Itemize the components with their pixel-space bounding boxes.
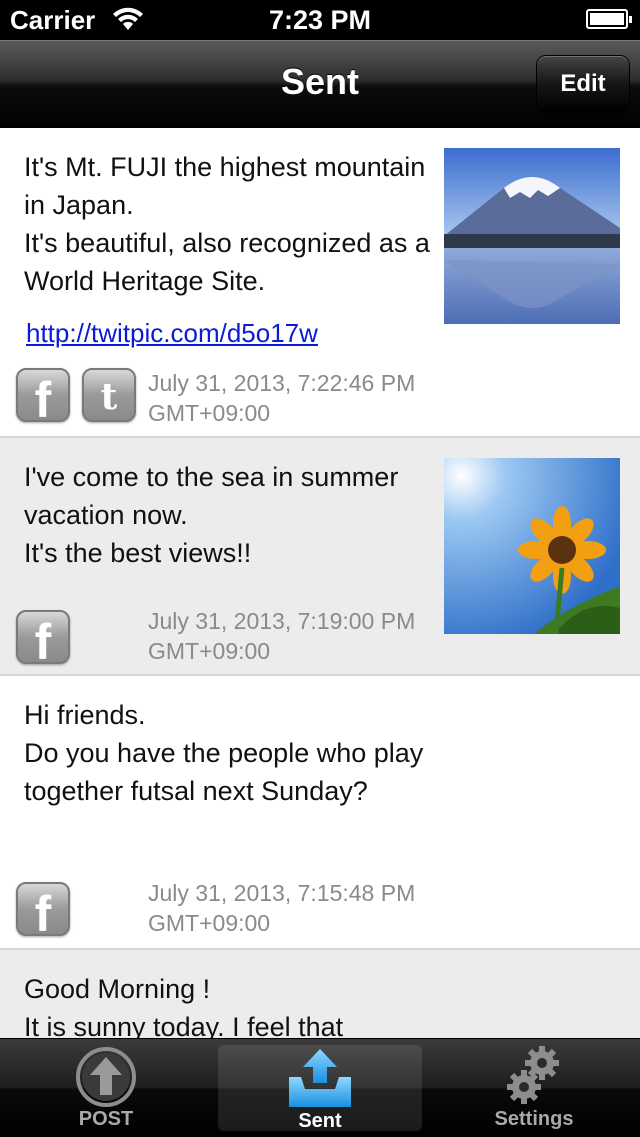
sunflower-photo[interactable] [444, 458, 620, 634]
list-item[interactable]: Good Morning ! It is sunny today. I feel… [0, 950, 640, 1038]
tab-post[interactable]: POST [0, 1039, 212, 1137]
sent-list[interactable]: It's Mt. FUJI the highest mountain in Ja… [0, 128, 640, 1038]
post-date: July 31, 2013, 7:15:48 PM GMT+09:00 [148, 880, 416, 936]
status-bar: Carrier 7:23 PM [0, 0, 640, 40]
post-text: I've come to the sea in summer vacation … [24, 462, 399, 568]
battery-icon [586, 9, 632, 29]
post-text: Hi friends. Do you have the people who p… [24, 700, 424, 806]
list-item[interactable]: It's Mt. FUJI the highest mountain in Ja… [0, 128, 640, 438]
post-date: July 31, 2013, 7:22:46 PM GMT+09:00 [148, 370, 416, 426]
tab-settings[interactable]: Settings [428, 1039, 640, 1137]
status-time: 7:23 PM [268, 5, 372, 35]
list-item[interactable]: Hi friends. Do you have the people who p… [0, 676, 640, 950]
tab-post-label: POST [78, 1108, 134, 1130]
post-date: July 31, 2013, 7:19:00 PM GMT+09:00 [148, 608, 416, 664]
gear-icon [507, 1046, 559, 1104]
tab-settings-label: Settings [494, 1108, 574, 1130]
twitter-icon: t [82, 368, 136, 422]
edit-button[interactable]: Edit [536, 55, 630, 113]
facebook-icon: f [16, 610, 70, 670]
tab-bar: POST Sent Settings [0, 1038, 640, 1137]
post-link[interactable]: http://twitpic.com/d5o17w [26, 318, 318, 349]
sent-tray-icon [289, 1049, 351, 1107]
list-item[interactable]: I've come to the sea in summer vacation … [0, 438, 640, 676]
post-text: Good Morning ! It is sunny today. I feel… [24, 974, 344, 1038]
upload-arrow-icon [76, 1047, 136, 1107]
tab-sent[interactable]: Sent [218, 1045, 422, 1132]
facebook-icon: f [16, 882, 70, 942]
navigation-bar: Sent Edit [0, 40, 640, 128]
facebook-icon: f [16, 368, 70, 428]
post-text: It's Mt. FUJI the highest mountain in Ja… [24, 152, 430, 296]
mount-fuji-photo[interactable] [444, 148, 620, 324]
tab-sent-label: Sent [298, 1110, 342, 1132]
